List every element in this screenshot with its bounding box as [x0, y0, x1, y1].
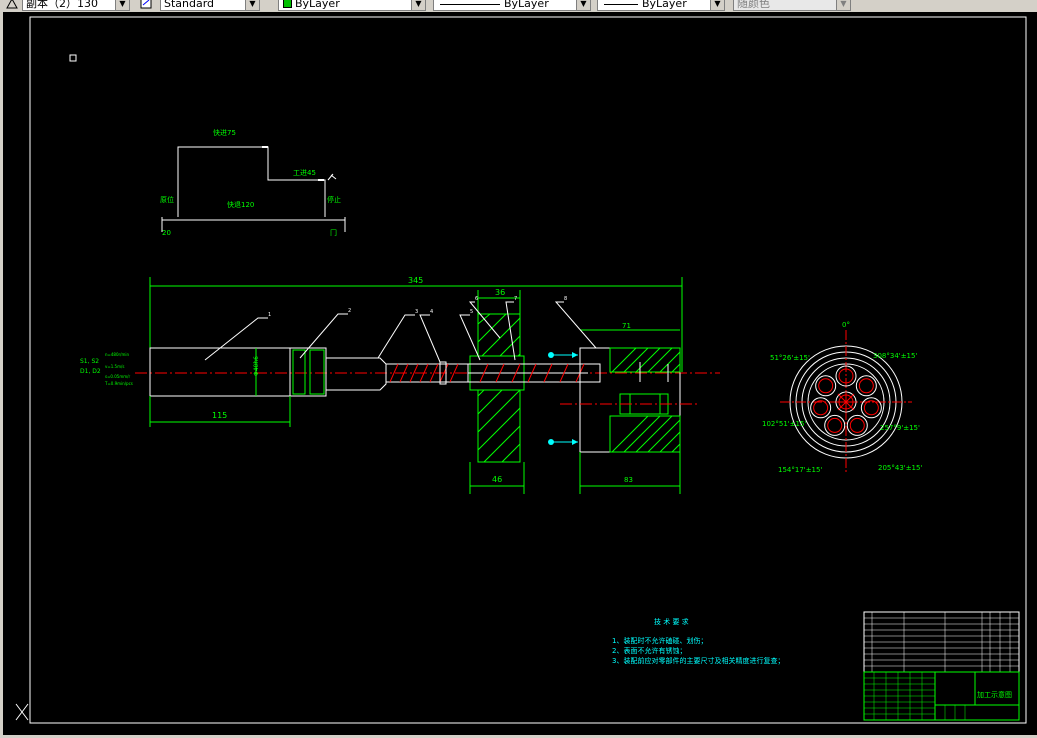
bore-hole	[849, 417, 865, 433]
end-view: 0° 51°26'±15' 308°34'±15' 102°51'±15' 25…	[762, 321, 922, 474]
callout-2: 2	[348, 308, 351, 314]
dim-left: 20	[162, 229, 171, 237]
dim-dia: Φ40h6	[253, 356, 260, 376]
callout-1: 1	[268, 312, 271, 318]
dim-right: 冂	[330, 229, 337, 237]
plot-scale-select[interactable]: 副本（2）130 ▼	[22, 0, 130, 11]
callout-5: 5	[470, 309, 473, 315]
chevron-down-icon[interactable]: ▼	[411, 0, 425, 10]
plot-scale-value: 副本（2）130	[26, 0, 98, 10]
dim-overall: 345	[408, 276, 423, 285]
color-swatch	[283, 0, 292, 8]
drawing-canvas[interactable]: 快进75 工进45 原位 快退120 停止 20 冂 345 Φ40h6 115	[0, 12, 1037, 735]
left-border	[0, 12, 3, 735]
ucs-marker	[69, 54, 77, 62]
bore-hole	[818, 378, 834, 394]
text-style-select[interactable]: Standard ▼	[160, 0, 260, 11]
dim-115: 115	[212, 411, 227, 420]
main-view: 345 Φ40h6 115 36 46 71 83 12 3 4 56 7 8 …	[80, 276, 720, 494]
angle-2: 308°34'±15'	[873, 352, 917, 360]
callout-7: 7	[514, 296, 517, 302]
left-note-1: S1, S2	[80, 358, 99, 365]
label-stop: 停止	[327, 195, 341, 204]
lineweight-select[interactable]: ByLayer ▼	[597, 0, 725, 11]
tech-item-1: 1、装配时不允许磕碰、划伤；	[612, 636, 707, 645]
plot-scale-icon[interactable]	[6, 0, 18, 9]
ucs-icon	[15, 703, 29, 721]
left-spec-2: v=1.5m/s	[105, 364, 124, 369]
callout-3: 3	[415, 309, 418, 315]
label-fast-return: 快退120	[227, 200, 254, 209]
drawing-svg[interactable]: 快进75 工进45 原位 快退120 停止 20 冂 345 Φ40h6 115	[0, 12, 1037, 735]
tech-item-2: 2、表面不允许有锈蚀；	[612, 646, 686, 655]
dim-83: 83	[624, 476, 633, 484]
chevron-down-icon[interactable]: ▼	[245, 0, 259, 10]
process-chart: 快进75 工进45 原位 快退120 停止 20 冂	[160, 128, 346, 237]
technical-requirements: 技 术 要 求 1、装配时不允许磕碰、划伤； 2、表面不允许有锈蚀； 3、装配前…	[612, 617, 784, 665]
linetype-value: ByLayer	[504, 0, 549, 10]
color-select[interactable]: ByLayer ▼	[278, 0, 426, 11]
callout-6: 6	[475, 296, 478, 302]
label-work-feed: 工进45	[293, 169, 316, 177]
text-style-value: Standard	[164, 0, 215, 10]
bore-hole	[827, 417, 843, 433]
left-spec-4: T=0.9min/pcs	[104, 381, 133, 386]
dim-71: 71	[622, 322, 631, 330]
callout-4: 4	[430, 309, 433, 315]
left-note-2: D1, D2	[80, 368, 101, 375]
chevron-down-icon[interactable]: ▼	[576, 0, 590, 10]
angle-5: 154°17'±15'	[778, 466, 822, 474]
linetype-select[interactable]: ByLayer ▼	[433, 0, 591, 11]
left-spec-1: n=480r/min	[105, 352, 130, 357]
drawing-name: 加工示意图	[977, 690, 1012, 699]
chevron-down-icon[interactable]: ▼	[710, 0, 724, 10]
text-style-icon[interactable]	[140, 0, 152, 9]
tech-item-3: 3、装配前应对零部件的主要尺寸及相关精度进行复查；	[612, 656, 784, 665]
angle-3: 102°51'±15'	[762, 420, 806, 428]
chevron-down-icon[interactable]: ▼	[836, 0, 850, 10]
linetype-preview	[440, 4, 500, 5]
angle-6: 205°43'±15'	[878, 464, 922, 472]
chevron-down-icon[interactable]: ▼	[115, 0, 129, 10]
bore-hole	[858, 378, 874, 394]
lineweight-value: ByLayer	[642, 0, 687, 10]
lineweight-preview	[604, 4, 638, 5]
color-value: ByLayer	[295, 0, 340, 10]
label-fast-feed: 快进75	[213, 128, 236, 137]
dim-46: 46	[492, 475, 502, 484]
bore-hole	[813, 400, 829, 416]
tech-title: 技 术 要 求	[654, 617, 689, 626]
left-spec-3: s=0.05mm/r	[105, 374, 130, 379]
angle-top: 0°	[842, 321, 850, 329]
bore-hole	[863, 400, 879, 416]
angle-4: 257°9'±15'	[880, 424, 920, 432]
angle-1: 51°26'±15'	[770, 354, 810, 362]
title-block: 加工示意图	[863, 611, 1020, 721]
callout-8: 8	[564, 296, 567, 302]
label-start: 原位	[160, 195, 174, 204]
dim-36: 36	[495, 288, 505, 297]
plot-style-select[interactable]: 随颜色 ▼	[733, 0, 851, 11]
plot-style-value: 随颜色	[737, 0, 770, 10]
